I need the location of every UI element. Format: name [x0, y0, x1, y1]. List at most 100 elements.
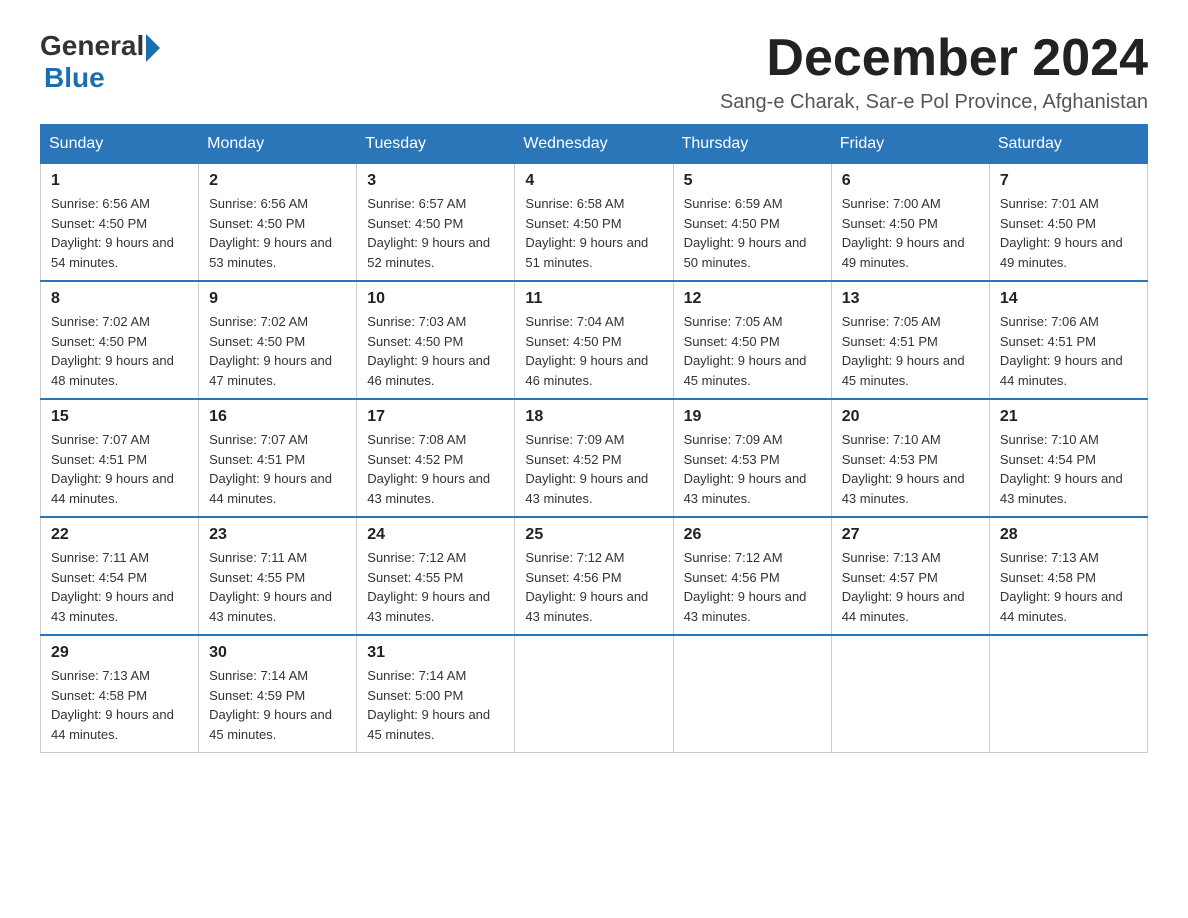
calendar-day-cell: 18 Sunrise: 7:09 AM Sunset: 4:52 PM Dayl… [515, 399, 673, 517]
col-header-monday: Monday [199, 125, 357, 164]
day-number: 12 [684, 290, 821, 308]
calendar-day-cell: 23 Sunrise: 7:11 AM Sunset: 4:55 PM Dayl… [199, 517, 357, 635]
day-info: Sunrise: 7:13 AM Sunset: 4:58 PM Dayligh… [51, 666, 188, 744]
title-section: December 2024 Sang-e Charak, Sar-e Pol P… [720, 30, 1148, 114]
calendar-header-row: Sunday Monday Tuesday Wednesday Thursday… [41, 125, 1148, 164]
day-info: Sunrise: 7:10 AM Sunset: 4:53 PM Dayligh… [842, 430, 979, 508]
calendar-day-cell: 31 Sunrise: 7:14 AM Sunset: 5:00 PM Dayl… [357, 635, 515, 753]
day-info: Sunrise: 7:12 AM Sunset: 4:56 PM Dayligh… [525, 548, 662, 626]
day-info: Sunrise: 7:14 AM Sunset: 5:00 PM Dayligh… [367, 666, 504, 744]
calendar-day-cell: 17 Sunrise: 7:08 AM Sunset: 4:52 PM Dayl… [357, 399, 515, 517]
calendar-day-cell: 28 Sunrise: 7:13 AM Sunset: 4:58 PM Dayl… [989, 517, 1147, 635]
day-info: Sunrise: 7:13 AM Sunset: 4:58 PM Dayligh… [1000, 548, 1137, 626]
calendar-day-cell: 6 Sunrise: 7:00 AM Sunset: 4:50 PM Dayli… [831, 164, 989, 282]
day-number: 10 [367, 290, 504, 308]
calendar-day-cell: 25 Sunrise: 7:12 AM Sunset: 4:56 PM Dayl… [515, 517, 673, 635]
day-number: 29 [51, 644, 188, 662]
day-info: Sunrise: 7:01 AM Sunset: 4:50 PM Dayligh… [1000, 194, 1137, 272]
col-header-wednesday: Wednesday [515, 125, 673, 164]
day-info: Sunrise: 7:12 AM Sunset: 4:55 PM Dayligh… [367, 548, 504, 626]
calendar-day-cell [831, 635, 989, 753]
calendar-week-row: 1 Sunrise: 6:56 AM Sunset: 4:50 PM Dayli… [41, 164, 1148, 282]
logo-blue-text: Blue [44, 62, 160, 94]
day-number: 8 [51, 290, 188, 308]
day-info: Sunrise: 6:56 AM Sunset: 4:50 PM Dayligh… [51, 194, 188, 272]
day-info: Sunrise: 7:13 AM Sunset: 4:57 PM Dayligh… [842, 548, 979, 626]
logo-arrow-icon [146, 34, 160, 62]
day-number: 30 [209, 644, 346, 662]
day-number: 25 [525, 526, 662, 544]
day-info: Sunrise: 7:00 AM Sunset: 4:50 PM Dayligh… [842, 194, 979, 272]
day-number: 28 [1000, 526, 1137, 544]
calendar-day-cell [673, 635, 831, 753]
calendar-day-cell: 9 Sunrise: 7:02 AM Sunset: 4:50 PM Dayli… [199, 281, 357, 399]
calendar-day-cell: 2 Sunrise: 6:56 AM Sunset: 4:50 PM Dayli… [199, 164, 357, 282]
calendar-day-cell: 19 Sunrise: 7:09 AM Sunset: 4:53 PM Dayl… [673, 399, 831, 517]
day-number: 26 [684, 526, 821, 544]
day-info: Sunrise: 7:07 AM Sunset: 4:51 PM Dayligh… [209, 430, 346, 508]
col-header-friday: Friday [831, 125, 989, 164]
day-info: Sunrise: 7:12 AM Sunset: 4:56 PM Dayligh… [684, 548, 821, 626]
day-info: Sunrise: 7:14 AM Sunset: 4:59 PM Dayligh… [209, 666, 346, 744]
col-header-sunday: Sunday [41, 125, 199, 164]
day-info: Sunrise: 7:07 AM Sunset: 4:51 PM Dayligh… [51, 430, 188, 508]
day-info: Sunrise: 7:10 AM Sunset: 4:54 PM Dayligh… [1000, 430, 1137, 508]
day-number: 19 [684, 408, 821, 426]
day-number: 3 [367, 172, 504, 190]
month-title: December 2024 [720, 30, 1148, 87]
day-info: Sunrise: 7:05 AM Sunset: 4:51 PM Dayligh… [842, 312, 979, 390]
day-number: 20 [842, 408, 979, 426]
day-number: 16 [209, 408, 346, 426]
calendar-day-cell: 27 Sunrise: 7:13 AM Sunset: 4:57 PM Dayl… [831, 517, 989, 635]
calendar-day-cell: 29 Sunrise: 7:13 AM Sunset: 4:58 PM Dayl… [41, 635, 199, 753]
calendar-week-row: 8 Sunrise: 7:02 AM Sunset: 4:50 PM Dayli… [41, 281, 1148, 399]
day-info: Sunrise: 7:09 AM Sunset: 4:53 PM Dayligh… [684, 430, 821, 508]
calendar-week-row: 29 Sunrise: 7:13 AM Sunset: 4:58 PM Dayl… [41, 635, 1148, 753]
day-number: 27 [842, 526, 979, 544]
calendar-day-cell [989, 635, 1147, 753]
location-title: Sang-e Charak, Sar-e Pol Province, Afgha… [720, 91, 1148, 114]
calendar-day-cell: 3 Sunrise: 6:57 AM Sunset: 4:50 PM Dayli… [357, 164, 515, 282]
day-number: 14 [1000, 290, 1137, 308]
day-info: Sunrise: 6:59 AM Sunset: 4:50 PM Dayligh… [684, 194, 821, 272]
calendar-day-cell: 5 Sunrise: 6:59 AM Sunset: 4:50 PM Dayli… [673, 164, 831, 282]
logo: General Blue [40, 30, 160, 94]
calendar-day-cell: 8 Sunrise: 7:02 AM Sunset: 4:50 PM Dayli… [41, 281, 199, 399]
day-number: 4 [525, 172, 662, 190]
day-info: Sunrise: 7:02 AM Sunset: 4:50 PM Dayligh… [209, 312, 346, 390]
day-info: Sunrise: 7:03 AM Sunset: 4:50 PM Dayligh… [367, 312, 504, 390]
day-info: Sunrise: 7:05 AM Sunset: 4:50 PM Dayligh… [684, 312, 821, 390]
day-info: Sunrise: 7:09 AM Sunset: 4:52 PM Dayligh… [525, 430, 662, 508]
day-number: 1 [51, 172, 188, 190]
day-info: Sunrise: 7:04 AM Sunset: 4:50 PM Dayligh… [525, 312, 662, 390]
day-number: 31 [367, 644, 504, 662]
calendar-day-cell: 30 Sunrise: 7:14 AM Sunset: 4:59 PM Dayl… [199, 635, 357, 753]
col-header-thursday: Thursday [673, 125, 831, 164]
col-header-saturday: Saturday [989, 125, 1147, 164]
day-number: 21 [1000, 408, 1137, 426]
calendar-day-cell: 12 Sunrise: 7:05 AM Sunset: 4:50 PM Dayl… [673, 281, 831, 399]
page-header: General Blue December 2024 Sang-e Charak… [40, 30, 1148, 114]
calendar-day-cell: 15 Sunrise: 7:07 AM Sunset: 4:51 PM Dayl… [41, 399, 199, 517]
day-info: Sunrise: 6:57 AM Sunset: 4:50 PM Dayligh… [367, 194, 504, 272]
day-number: 22 [51, 526, 188, 544]
calendar-day-cell: 13 Sunrise: 7:05 AM Sunset: 4:51 PM Dayl… [831, 281, 989, 399]
day-info: Sunrise: 6:58 AM Sunset: 4:50 PM Dayligh… [525, 194, 662, 272]
calendar-day-cell: 11 Sunrise: 7:04 AM Sunset: 4:50 PM Dayl… [515, 281, 673, 399]
calendar-day-cell: 14 Sunrise: 7:06 AM Sunset: 4:51 PM Dayl… [989, 281, 1147, 399]
calendar-day-cell: 21 Sunrise: 7:10 AM Sunset: 4:54 PM Dayl… [989, 399, 1147, 517]
day-number: 13 [842, 290, 979, 308]
calendar-day-cell: 4 Sunrise: 6:58 AM Sunset: 4:50 PM Dayli… [515, 164, 673, 282]
day-number: 2 [209, 172, 346, 190]
day-info: Sunrise: 7:06 AM Sunset: 4:51 PM Dayligh… [1000, 312, 1137, 390]
calendar-day-cell: 10 Sunrise: 7:03 AM Sunset: 4:50 PM Dayl… [357, 281, 515, 399]
calendar-day-cell: 26 Sunrise: 7:12 AM Sunset: 4:56 PM Dayl… [673, 517, 831, 635]
day-number: 18 [525, 408, 662, 426]
day-info: Sunrise: 7:11 AM Sunset: 4:54 PM Dayligh… [51, 548, 188, 626]
day-number: 23 [209, 526, 346, 544]
calendar-table: Sunday Monday Tuesday Wednesday Thursday… [40, 124, 1148, 753]
calendar-day-cell [515, 635, 673, 753]
calendar-week-row: 15 Sunrise: 7:07 AM Sunset: 4:51 PM Dayl… [41, 399, 1148, 517]
calendar-day-cell: 1 Sunrise: 6:56 AM Sunset: 4:50 PM Dayli… [41, 164, 199, 282]
day-info: Sunrise: 6:56 AM Sunset: 4:50 PM Dayligh… [209, 194, 346, 272]
